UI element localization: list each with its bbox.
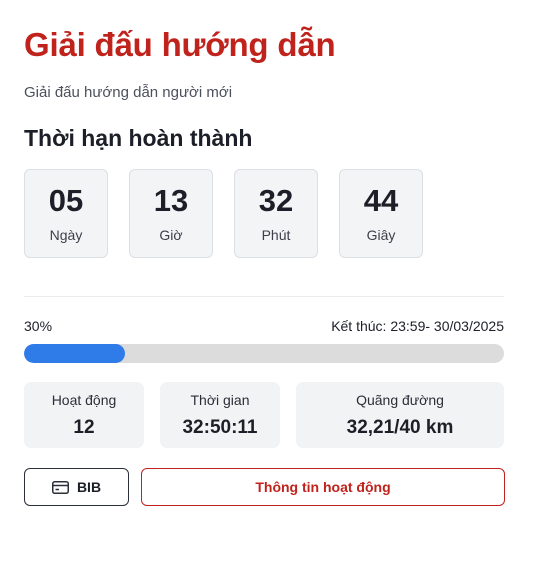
stat-time-value: 32:50:11 — [182, 417, 258, 438]
stat-activities-value: 12 — [73, 417, 95, 438]
activity-info-button-label: Thông tin hoạt động — [255, 479, 391, 495]
countdown-minutes: 32 Phút — [234, 169, 318, 258]
activity-info-button[interactable]: Thông tin hoạt động — [141, 468, 505, 506]
countdown-days: 05 Ngày — [24, 169, 108, 258]
page-subtitle: Giải đấu hướng dẫn người mới — [24, 84, 233, 101]
credit-card-icon — [51, 480, 69, 494]
deadline-title: Thời hạn hoàn thành — [24, 125, 253, 151]
countdown-days-value: 05 — [48, 183, 84, 218]
countdown-hours-unit: Giờ — [159, 227, 183, 243]
page-title: Giải đấu hướng dẫn — [24, 26, 336, 63]
countdown-seconds-value: 44 — [363, 183, 399, 218]
progress-bar — [24, 344, 504, 363]
progress-percent: 30% — [24, 318, 53, 334]
countdown-seconds-unit: Giây — [366, 227, 396, 243]
countdown-minutes-value: 32 — [258, 183, 294, 218]
countdown-timer: 05 Ngày 13 Giờ 32 Phút 44 Giây — [24, 169, 423, 258]
progress-meta: 30% Kết thúc: 23:59- 30/03/2025 — [24, 318, 504, 334]
stat-distance: Quãng đường 32,21/40 km — [296, 382, 504, 448]
progress-bar-fill — [24, 344, 125, 363]
countdown-hours-value: 13 — [153, 183, 189, 218]
stat-distance-label: Quãng đường — [356, 392, 444, 408]
bib-button[interactable]: BIB — [24, 468, 129, 506]
stat-time: Thời gian 32:50:11 — [160, 382, 280, 448]
countdown-seconds: 44 Giây — [339, 169, 423, 258]
stat-activities-label: Hoạt động — [51, 392, 117, 408]
countdown-days-unit: Ngày — [49, 227, 83, 243]
stat-distance-value: 32,21/40 km — [346, 417, 454, 438]
stats-row: Hoạt động 12 Thời gian 32:50:11 Quãng đư… — [24, 382, 504, 448]
countdown-minutes-unit: Phút — [261, 227, 291, 243]
countdown-hours: 13 Giờ — [129, 169, 213, 258]
bib-button-label: BIB — [76, 479, 102, 495]
progress-end-date: Kết thúc: 23:59- 30/03/2025 — [331, 318, 504, 334]
action-buttons: BIB Thông tin hoạt động — [24, 468, 505, 506]
section-divider — [24, 296, 504, 297]
stat-time-label: Thời gian — [190, 392, 250, 408]
stat-activities: Hoạt động 12 — [24, 382, 144, 448]
